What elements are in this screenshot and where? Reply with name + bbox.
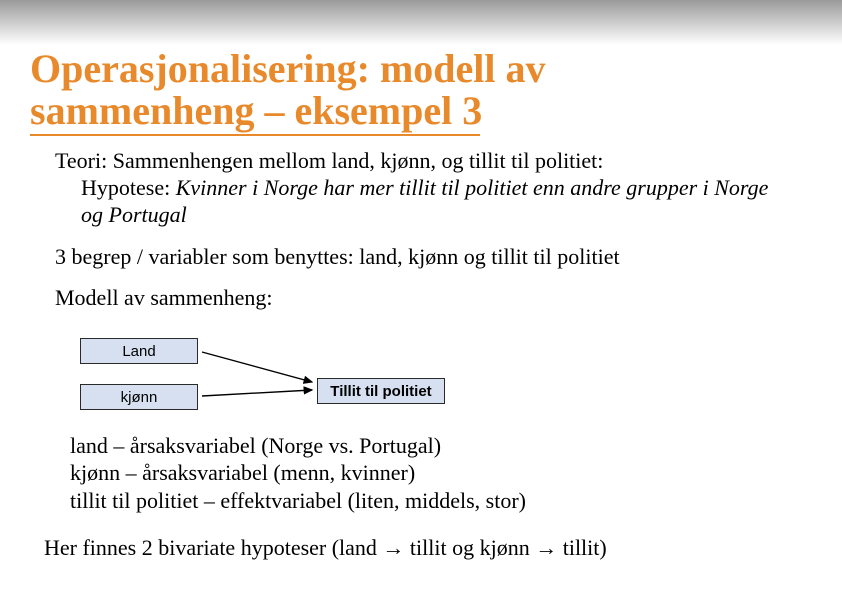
- slide: Operasjonalisering: modell av sammenheng…: [0, 0, 842, 595]
- explain-land: land – årsaksvariabel (Norge vs. Portuga…: [70, 432, 810, 459]
- hypothesis-italic: Kvinner i Norge har mer tillit til polit…: [81, 175, 768, 227]
- explanation-block: land – årsaksvariabel (Norge vs. Portuga…: [70, 432, 810, 514]
- model-diagram: Land kjønn Tillit til politiet: [80, 338, 580, 420]
- body-block: Teori: Sammenhengen mellom land, kjønn, …: [55, 148, 795, 312]
- title-line-1: Operasjonalisering: modell av: [30, 46, 546, 91]
- final-line: Her finnes 2 bivariate hypoteser (land →…: [44, 535, 814, 561]
- title-line-2: sammenheng – eksempel 3: [30, 88, 482, 133]
- explain-tillit: tillit til politiet – effektvariabel (li…: [70, 487, 810, 514]
- slide-title: Operasjonalisering: modell av sammenheng…: [30, 48, 790, 138]
- arrows-svg: [80, 338, 580, 420]
- title-underline: [30, 134, 480, 136]
- arrow-kjonn-to-tillit: [202, 390, 312, 396]
- model-label: Modell av sammenheng:: [55, 285, 795, 312]
- arrow-land-to-tillit: [202, 352, 312, 382]
- hypothesis-line: Hypotese: Kvinner i Norge har mer tillit…: [55, 175, 795, 229]
- explain-kjonn: kjønn – årsaksvariabel (menn, kvinner): [70, 459, 810, 486]
- theory-line: Teori: Sammenhengen mellom land, kjønn, …: [55, 148, 795, 175]
- hypothesis-lead: Hypotese:: [81, 175, 176, 200]
- variables-line: 3 begrep / variabler som benyttes: land,…: [55, 244, 795, 271]
